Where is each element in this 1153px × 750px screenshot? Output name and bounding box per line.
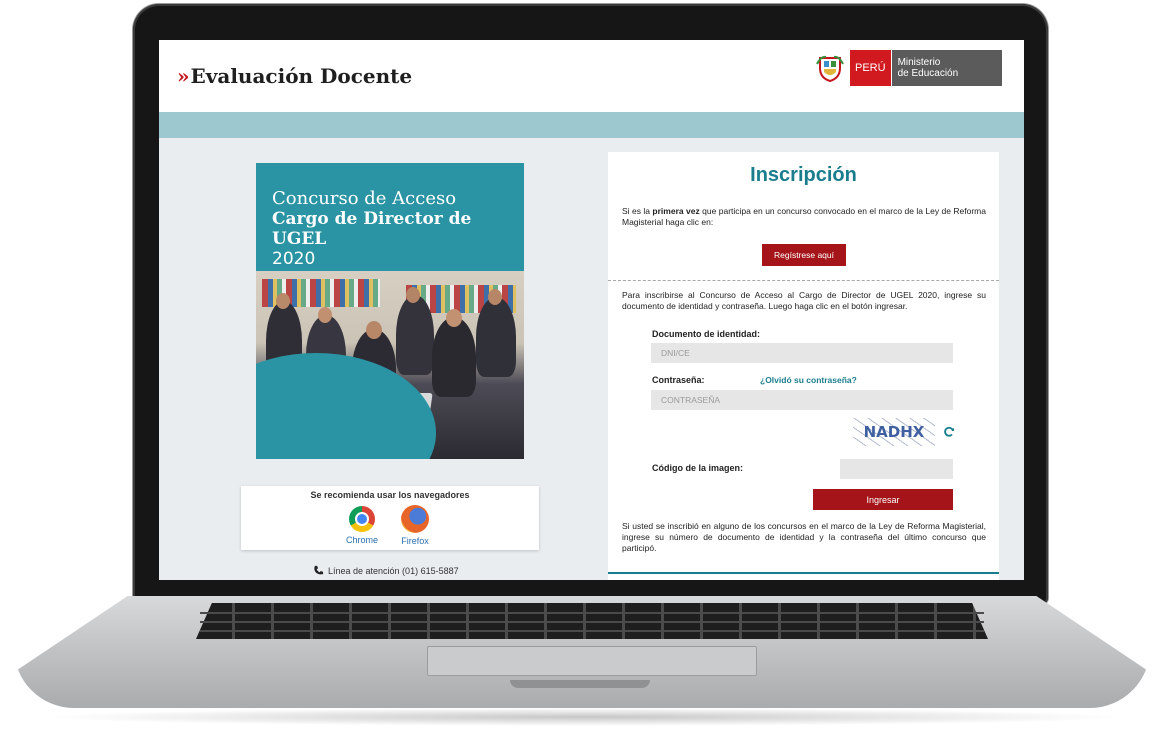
poster-line1: Concurso de Acceso [272,188,457,209]
browser-recommendation: Se recomienda usar los navegadores Chrom… [241,486,539,550]
registration-title: Inscripción [750,164,857,186]
captcha-input[interactable] [840,459,953,479]
document-placeholder: DNI/CE [661,348,690,358]
chrome-label: Chrome [345,535,378,545]
password-placeholder: CONTRASEÑA [661,395,721,405]
header-band [159,112,1024,138]
firefox-link[interactable]: Firefox [390,505,440,546]
chrome-icon [349,506,375,532]
registration-panel: Inscripción Si es la primera vez que par… [608,152,999,580]
forgot-password-link[interactable]: ¿Olvidó su contraseña? [760,375,857,385]
person [396,295,434,375]
password-input[interactable]: CONTRASEÑA [651,390,953,410]
returning-user-note: Si usted se inscribió en alguno de los c… [622,521,986,553]
password-label: Contraseña: [652,375,705,385]
refresh-captcha-icon[interactable] [943,426,955,438]
poster-heading: Concurso de Acceso Cargo de Director de … [272,188,524,270]
keyboard-row [200,630,984,632]
laptop-notch [510,680,650,688]
brand-mark: » [177,64,189,88]
document-label: Documento de identidad: [652,329,760,339]
keyboard-row [200,612,984,614]
laptop-shadow [40,708,1130,726]
laptop-trackpad [427,646,757,676]
screen: » Evaluación Docente PERÚ Ministerio de E… [159,40,1024,580]
brand-title: Evaluación Docente [190,64,413,88]
intro-pre: Si es la [622,206,653,216]
first-time-text: Si es la primera vez que participa en un… [622,206,986,228]
person [476,297,516,377]
face [446,309,462,327]
site-logo[interactable]: » Evaluación Docente [177,64,412,88]
contest-poster: Concurso de Acceso Cargo de Director de … [256,163,524,459]
ministry-label: Ministerio de Educación [890,50,1002,86]
person [432,317,476,397]
face [366,321,382,339]
helpline: Línea de atención (01) 615-5887 [313,565,459,576]
browsers-title: Se recomienda usar los navegadores [310,490,470,500]
face [276,293,290,309]
panel-bottom-line [608,572,999,574]
keyboard-row [200,621,984,623]
poster-line3: 2020 [272,249,316,269]
captcha-image: NADHX [853,418,935,446]
ministry-line2: de Educación [897,68,959,79]
login-instructions: Para inscribirse al Concurso de Acceso a… [622,290,986,311]
coat-of-arms-icon [816,54,844,83]
firefox-icon [401,505,429,533]
poster-line2: Cargo de Director de UGEL [272,209,472,249]
site-header: » Evaluación Docente PERÚ Ministerio de E… [159,40,1024,112]
document-input[interactable]: DNI/CE [651,343,953,363]
ministry-line1: Ministerio [897,57,941,68]
section-divider [608,280,999,281]
intro-bold: primera vez [652,206,700,216]
chrome-link[interactable]: Chrome [337,506,387,545]
peru-label: PERÚ [850,50,891,86]
ministry-logo[interactable]: PERÚ Ministerio de Educación [816,50,1002,86]
helpline-text: Línea de atención (01) 615-5887 [328,566,459,576]
face [318,307,332,323]
register-button[interactable]: Regístrese aquí [762,244,846,266]
phone-icon [314,565,324,575]
face [488,289,502,305]
captcha-label: Código de la imagen: [652,463,744,473]
face [406,287,420,303]
firefox-label: Firefox [401,536,429,546]
login-button[interactable]: Ingresar [813,489,953,510]
